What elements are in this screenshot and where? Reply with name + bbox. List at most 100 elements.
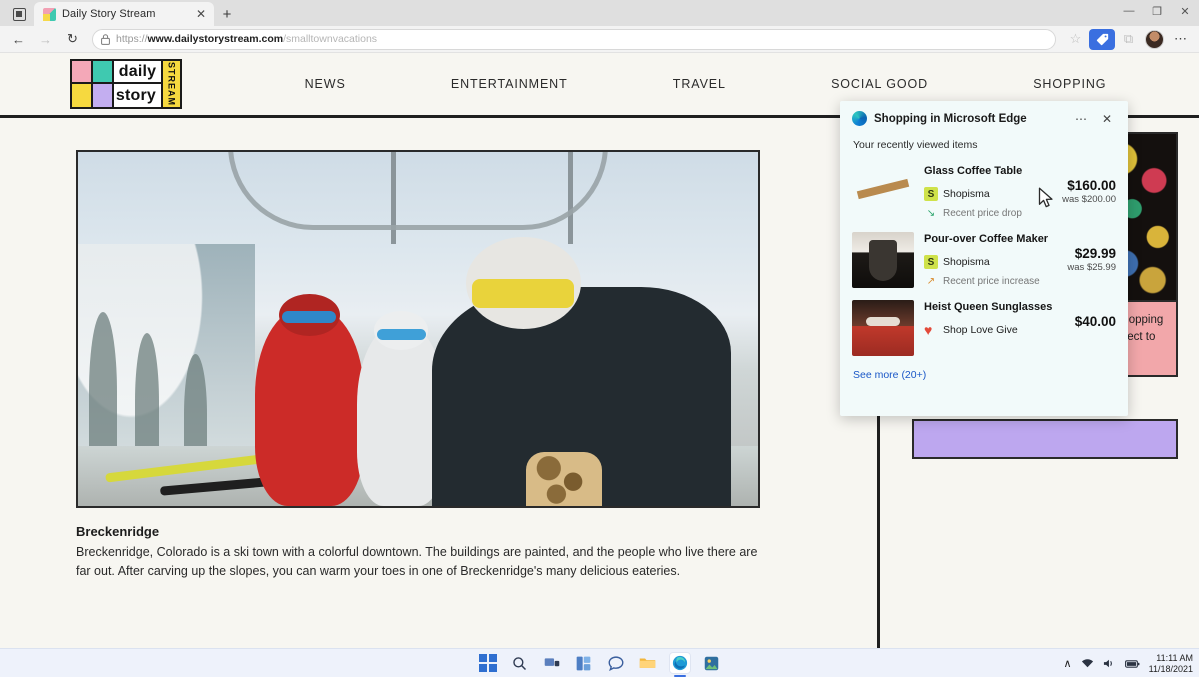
screen: Daily Story Stream ✕ + — ❐ ✕ ← → ↻ https… <box>0 0 1199 677</box>
article-title: Breckenridge <box>76 524 837 539</box>
price-tag-icon <box>1096 33 1109 46</box>
product-thumbnail <box>852 300 914 356</box>
store-badge-icon: S <box>924 255 938 269</box>
nav-item-shopping[interactable]: SHOPPING <box>1033 77 1106 91</box>
price-increase-icon: ↗ <box>924 276 938 287</box>
logo-word-story: story <box>114 84 161 107</box>
tab-strip: Daily Story Stream ✕ + — ❐ ✕ <box>0 0 1199 26</box>
browser-tab[interactable]: Daily Story Stream ✕ <box>34 2 214 26</box>
shopping-icon[interactable] <box>1089 29 1115 50</box>
refresh-button[interactable]: ↻ <box>60 28 85 50</box>
favorite-icon[interactable]: ☆ <box>1063 28 1088 50</box>
product-name: Pour-over Coffee Maker <box>924 232 1051 246</box>
shopping-panel-header: Shopping in Microsoft Edge ⋯ ✕ <box>852 111 1116 126</box>
panel-close-icon[interactable]: ✕ <box>1098 113 1116 125</box>
logo-word-daily: daily <box>114 61 161 82</box>
product-store: Shopisma <box>943 188 990 200</box>
nav-item-entertainment[interactable]: ENTERTAINMENT <box>451 77 568 91</box>
product-store: Shopisma <box>943 256 990 268</box>
product-price: $29.99 <box>1067 246 1116 261</box>
chat-icon[interactable] <box>605 652 627 674</box>
nav-item-news[interactable]: NEWS <box>305 77 346 91</box>
site-logo[interactable]: daily story STREAM <box>70 59 182 109</box>
url-scheme: https:// <box>116 33 148 45</box>
collections-icon[interactable]: ⧉ <box>1116 28 1141 50</box>
clock-time: 11:11 AM <box>1149 653 1193 664</box>
forward-button[interactable]: → <box>33 28 58 50</box>
battery-icon[interactable] <box>1125 659 1140 669</box>
logo-swatch-purple <box>93 84 114 107</box>
back-button[interactable]: ← <box>6 28 31 50</box>
article-column: Breckenridge Breckenridge, Colorado is a… <box>0 118 877 648</box>
product-price-block: $40.00 <box>1069 300 1116 329</box>
product-trend: Recent price drop <box>943 208 1022 219</box>
close-icon[interactable]: ✕ <box>194 8 208 20</box>
start-icon[interactable] <box>477 652 499 674</box>
more-options-icon[interactable]: ⋯ <box>1168 28 1193 50</box>
nav-item-social-good[interactable]: SOCIAL GOOD <box>831 77 928 91</box>
logo-word-stream: STREAM <box>167 62 177 106</box>
shopping-panel-title: Shopping in Microsoft Edge <box>874 113 1064 125</box>
browser-window: Daily Story Stream ✕ + — ❐ ✕ ← → ↻ https… <box>0 0 1199 648</box>
new-tab-button[interactable]: + <box>214 2 240 26</box>
edge-icon[interactable] <box>669 652 691 674</box>
minimize-button[interactable]: — <box>1115 0 1143 22</box>
product-store: Shop Love Give <box>943 324 1018 336</box>
maximize-button[interactable]: ❐ <box>1143 0 1171 22</box>
see-more-link[interactable]: See more (20+) <box>853 369 1116 381</box>
product-price: $40.00 <box>1075 314 1116 329</box>
product-was-price: was $200.00 <box>1062 194 1116 205</box>
toolbar-actions: ☆ ⧉ ⋯ <box>1063 28 1193 50</box>
product-price: $160.00 <box>1062 178 1116 193</box>
site-nav: NEWS ENTERTAINMENT TRAVEL SOCIAL GOOD SH… <box>182 77 1199 91</box>
tab-overview-icon[interactable] <box>4 2 34 26</box>
chevron-up-icon[interactable]: ∧ <box>1064 657 1072 670</box>
browser-toolbar: ← → ↻ https://www.dailystorystream.com/s… <box>0 26 1199 53</box>
volume-icon[interactable] <box>1103 658 1116 669</box>
product-row[interactable]: Pour-over Coffee Maker S Shopisma ↗ Rece… <box>852 227 1116 295</box>
rail-purple-block <box>912 419 1178 459</box>
lock-icon <box>101 34 110 45</box>
store-badge-icon: S <box>924 187 938 201</box>
product-price-block: $29.99 was $25.99 <box>1061 232 1116 273</box>
widgets-icon[interactable] <box>573 652 595 674</box>
article-hero-image <box>76 150 760 508</box>
logo-stream-band: STREAM <box>161 61 180 107</box>
tab-title: Daily Story Stream <box>62 8 188 20</box>
edge-logo-icon <box>852 111 867 126</box>
logo-swatch-pink <box>72 61 93 82</box>
close-window-button[interactable]: ✕ <box>1171 0 1199 22</box>
taskbar-icons <box>477 652 723 674</box>
article-body: Breckenridge, Colorado is a ski town wit… <box>76 543 758 580</box>
url-text: https://www.dailystorystream.com/smallto… <box>116 33 377 45</box>
product-trend: Recent price increase <box>943 276 1040 287</box>
window-controls: — ❐ ✕ <box>1115 0 1199 26</box>
panel-more-icon[interactable]: ⋯ <box>1071 113 1091 125</box>
wifi-icon[interactable] <box>1081 658 1094 669</box>
file-explorer-icon[interactable] <box>637 652 659 674</box>
task-view-icon[interactable] <box>541 652 563 674</box>
taskbar: ∧ 11:11 AM 11/18/2021 <box>0 648 1199 677</box>
store-icon[interactable] <box>701 652 723 674</box>
product-row[interactable]: Glass Coffee Table S Shopisma ↘ Recent p… <box>852 159 1116 227</box>
search-icon[interactable] <box>509 652 531 674</box>
product-was-price: was $25.99 <box>1067 262 1116 273</box>
url-path: /smalltownvacations <box>283 33 377 45</box>
nav-item-travel[interactable]: TRAVEL <box>673 77 726 91</box>
clock-date: 11/18/2021 <box>1149 664 1193 675</box>
product-name: Glass Coffee Table <box>924 164 1046 178</box>
logo-swatch-yellow <box>72 84 93 107</box>
site-favicon-icon <box>43 8 56 21</box>
system-tray: ∧ 11:11 AM 11/18/2021 <box>1064 649 1193 677</box>
shopping-panel: Shopping in Microsoft Edge ⋯ ✕ Your rece… <box>840 101 1128 416</box>
product-price-block: $160.00 was $200.00 <box>1056 164 1116 205</box>
shopping-panel-subtitle: Your recently viewed items <box>853 139 1116 151</box>
product-thumbnail <box>852 164 914 220</box>
profile-avatar[interactable] <box>1145 30 1164 49</box>
address-bar[interactable]: https://www.dailystorystream.com/smallto… <box>92 29 1056 50</box>
mouse-cursor <box>1038 187 1055 210</box>
web-page: daily story STREAM NEWS ENTERTAINM <box>0 53 1199 648</box>
product-row[interactable]: Heist Queen Sunglasses ♥ Shop Love Give … <box>852 295 1116 363</box>
clock[interactable]: 11:11 AM 11/18/2021 <box>1149 653 1193 675</box>
url-host: www.dailystorystream.com <box>148 33 284 45</box>
